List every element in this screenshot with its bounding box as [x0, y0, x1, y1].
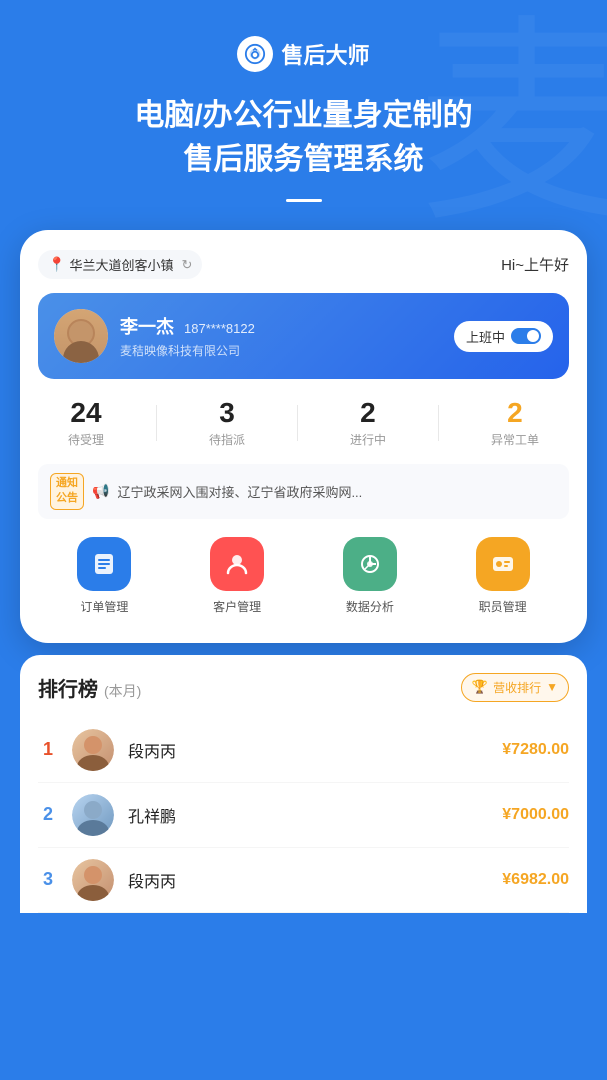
menu-row: 订单管理 客户管理 数据分析 [38, 537, 569, 615]
speaker-icon: 📢 [92, 483, 109, 500]
trophy-icon: 🏆 [472, 679, 488, 695]
notice-badge: 通知 公告 [50, 473, 84, 510]
work-status-label: 上班中 [466, 327, 505, 346]
rank-name-1: 段丙丙 [128, 738, 488, 762]
stat-label-3: 进行中 [350, 431, 386, 448]
rank-number-3: 3 [38, 869, 58, 890]
ranking-filter-label: 营收排行 [493, 679, 541, 696]
user-phone: 187****8122 [184, 321, 255, 336]
rank-number-2: 2 [38, 804, 58, 825]
menu-label-staff: 职员管理 [479, 598, 527, 615]
header-section: 售后大师 电脑/办公行业量身定制的 售后服务管理系统 [0, 0, 607, 230]
rank-name-2: 孔祥鹏 [128, 803, 488, 827]
stat-pending-assign[interactable]: 3 待指派 [209, 397, 245, 448]
rank-item-3[interactable]: 3 段丙丙 ¥6982.00 [38, 848, 569, 913]
rank-avatar-2 [72, 794, 114, 836]
rank-number-1: 1 [38, 739, 58, 760]
stat-divider-2 [297, 405, 298, 441]
stat-divider-1 [156, 405, 157, 441]
stat-num-3: 2 [350, 397, 386, 429]
ranking-filter-button[interactable]: 🏆 营收排行 ▼ [461, 673, 569, 702]
phone-card: 📍 华兰大道创客小镇 ↻ Hi~上午好 李一杰 187****8122 麦秸映像… [20, 230, 587, 643]
app-logo-row: 售后大师 [237, 36, 369, 72]
stat-num-1: 24 [68, 397, 104, 429]
user-company: 麦秸映像科技有限公司 [120, 342, 255, 359]
ranking-section: 排行榜 (本月) 🏆 营收排行 ▼ 1 段丙丙 ¥7280.00 2 [20, 655, 587, 913]
customers-icon-wrap [210, 537, 264, 591]
chevron-down-icon: ▼ [546, 680, 558, 694]
stat-abnormal[interactable]: 2 异常工单 [491, 397, 539, 448]
stat-label-1: 待受理 [68, 431, 104, 448]
divider [286, 199, 322, 202]
menu-item-customers[interactable]: 客户管理 [210, 537, 264, 615]
stat-num-4: 2 [491, 397, 539, 429]
rank-amount-1: ¥7280.00 [502, 741, 569, 759]
menu-label-analytics: 数据分析 [346, 598, 394, 615]
staff-icon-wrap [476, 537, 530, 591]
menu-item-staff[interactable]: 职员管理 [476, 537, 530, 615]
ranking-title-group: 排行榜 (本月) [38, 673, 141, 702]
work-toggle[interactable] [511, 328, 541, 344]
user-card: 李一杰 187****8122 麦秸映像科技有限公司 上班中 [38, 293, 569, 379]
menu-label-orders: 订单管理 [80, 598, 128, 615]
user-details: 李一杰 187****8122 麦秸映像科技有限公司 [120, 313, 255, 359]
user-name: 李一杰 [120, 313, 174, 339]
rank-avatar-3 [72, 859, 114, 901]
rank-amount-2: ¥7000.00 [502, 806, 569, 824]
greeting-text: Hi~上午好 [501, 254, 569, 275]
rank-item-1[interactable]: 1 段丙丙 ¥7280.00 [38, 718, 569, 783]
location-text: 华兰大道创客小镇 [69, 255, 173, 274]
ranking-header: 排行榜 (本月) 🏆 营收排行 ▼ [38, 673, 569, 702]
orders-icon-wrap [77, 537, 131, 591]
ranking-subtitle: (本月) [104, 681, 141, 701]
stat-divider-3 [438, 405, 439, 441]
card-top-row: 📍 华兰大道创客小镇 ↻ Hi~上午好 [38, 250, 569, 279]
menu-label-customers: 客户管理 [213, 598, 261, 615]
location-icon: 📍 [48, 256, 65, 273]
rank-item-2[interactable]: 2 孔祥鹏 ¥7000.00 [38, 783, 569, 848]
stat-label-4: 异常工单 [491, 431, 539, 448]
app-logo-icon [237, 36, 273, 72]
menu-item-analytics[interactable]: 数据分析 [343, 537, 397, 615]
analytics-icon-wrap [343, 537, 397, 591]
location-row[interactable]: 📍 华兰大道创客小镇 ↻ [38, 250, 202, 279]
stat-num-2: 3 [209, 397, 245, 429]
work-status-button[interactable]: 上班中 [454, 321, 553, 352]
rank-avatar-1 [72, 729, 114, 771]
notice-text: 辽宁政采网入围对接、辽宁省政府采购网... [117, 482, 362, 501]
stat-label-2: 待指派 [209, 431, 245, 448]
rank-name-3: 段丙丙 [128, 868, 488, 892]
stat-pending-receive[interactable]: 24 待受理 [68, 397, 104, 448]
hero-text: 电脑/办公行业量身定制的 售后服务管理系统 [134, 94, 472, 181]
rank-amount-3: ¥6982.00 [502, 871, 569, 889]
avatar [54, 309, 108, 363]
stats-row: 24 待受理 3 待指派 2 进行中 2 异常工单 [38, 397, 569, 448]
notice-row[interactable]: 通知 公告 📢 辽宁政采网入围对接、辽宁省政府采购网... [38, 464, 569, 519]
ranking-title: 排行榜 [38, 673, 98, 702]
stat-in-progress[interactable]: 2 进行中 [350, 397, 386, 448]
menu-item-orders[interactable]: 订单管理 [77, 537, 131, 615]
app-title: 售后大师 [281, 38, 369, 70]
user-info-left: 李一杰 187****8122 麦秸映像科技有限公司 [54, 309, 255, 363]
refresh-icon[interactable]: ↻ [181, 257, 192, 273]
